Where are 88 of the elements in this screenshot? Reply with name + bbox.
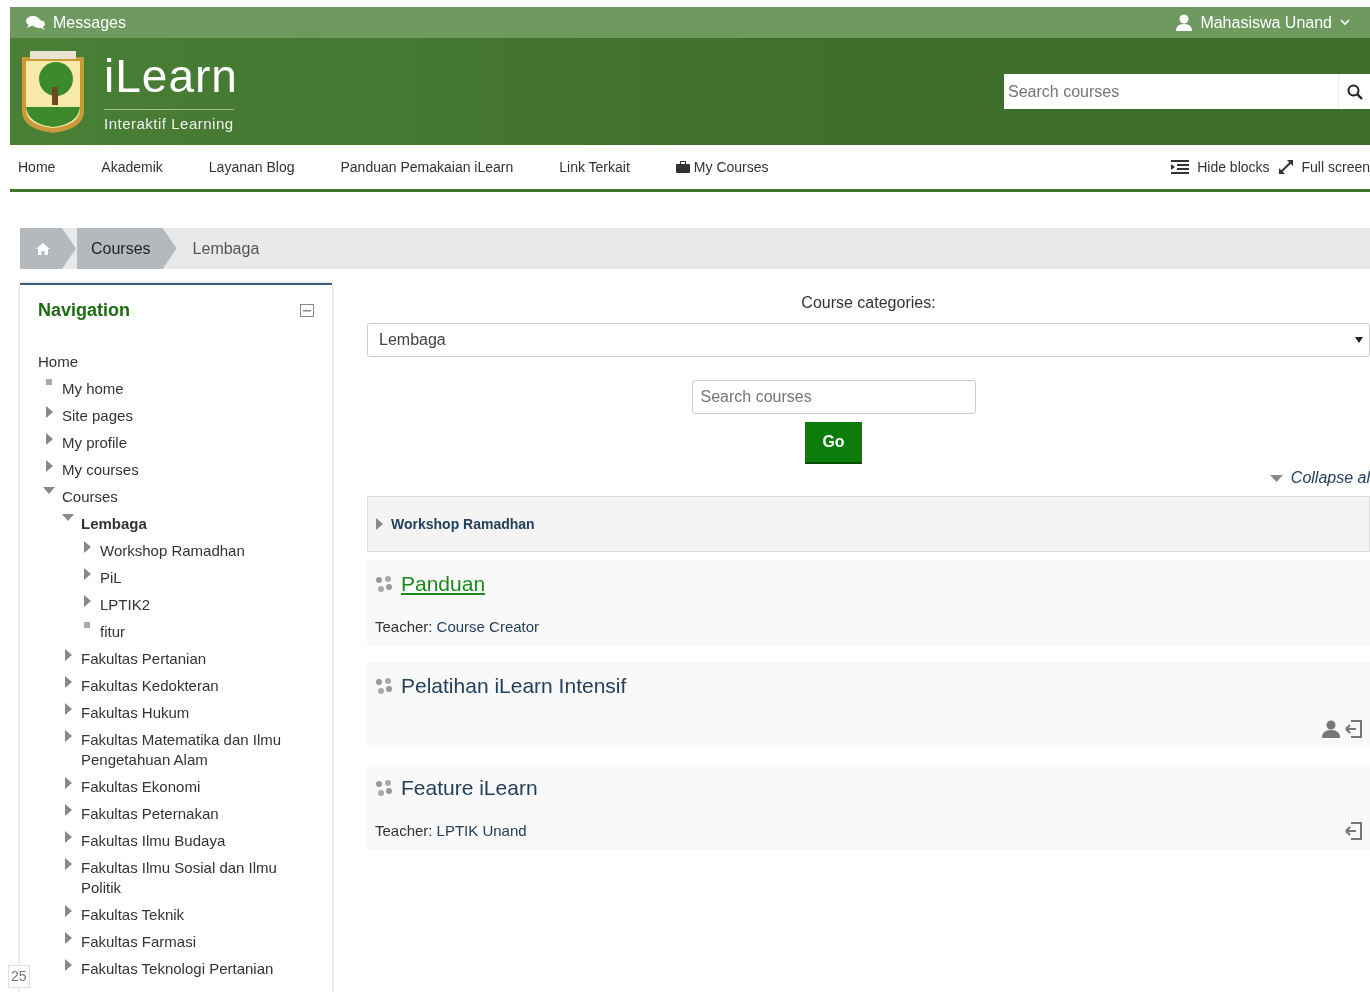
teacher-link[interactable]: LPTIK Unand bbox=[436, 819, 527, 842]
collapse-all-link[interactable]: Collapse al bbox=[1290, 466, 1370, 490]
teacher-link[interactable]: Course Creator bbox=[436, 615, 540, 638]
course-icon bbox=[375, 574, 393, 593]
search-icon bbox=[1346, 83, 1363, 100]
breadcrumb-link[interactable]: Courses bbox=[77, 228, 177, 269]
caret-right-icon[interactable] bbox=[45, 406, 53, 418]
tree-item[interactable]: Fakultas Ekonomi bbox=[81, 773, 201, 800]
caret-right-icon[interactable] bbox=[64, 649, 72, 661]
tree-item[interactable]: Home bbox=[38, 348, 314, 375]
tree-item[interactable]: Fakultas Matematika dan Ilmu Pengetahuan Alam bbox=[81, 726, 314, 773]
breadcrumb-item: Lembaga bbox=[191, 238, 260, 259]
caret-right-icon[interactable] bbox=[83, 541, 91, 553]
tree-item[interactable]: My profile bbox=[62, 429, 128, 456]
tree-item[interactable]: Lembaga bbox=[81, 510, 147, 537]
tree-item[interactable]: Fakultas Pertanian bbox=[81, 645, 207, 672]
tree-item[interactable]: Fakultas Teknik bbox=[81, 901, 185, 928]
tree-item[interactable]: Fakultas Ilmu Budaya bbox=[81, 827, 226, 854]
caret-right-icon[interactable] bbox=[64, 777, 72, 789]
tree-item[interactable]: My home bbox=[62, 375, 124, 402]
menu-link[interactable]: Panduan Pemakaian iLearn bbox=[340, 156, 514, 178]
menu-link[interactable]: Link Terkait bbox=[559, 156, 630, 178]
caret-right-icon[interactable] bbox=[64, 858, 72, 870]
tree-item[interactable]: My courses bbox=[62, 456, 139, 483]
course-link[interactable]: Panduan bbox=[401, 568, 486, 600]
bullet-icon bbox=[46, 379, 52, 385]
page-number: 25 bbox=[8, 965, 30, 988]
menu-link[interactable]: Home bbox=[18, 156, 56, 178]
menu-link[interactable]: Full screen bbox=[1277, 156, 1370, 178]
tree-item[interactable]: Fakultas Ilmu Sosial dan Ilmu Politik bbox=[81, 854, 314, 901]
chat-icon bbox=[26, 15, 45, 30]
dropdown-icon bbox=[1355, 337, 1363, 343]
tree-item[interactable]: Fakultas Farmasi bbox=[81, 928, 197, 955]
caret-right-icon[interactable] bbox=[45, 460, 53, 472]
chevron-down-icon[interactable] bbox=[1340, 19, 1350, 26]
teacher-label: Teacher: bbox=[375, 820, 433, 841]
indent-icon bbox=[1171, 160, 1190, 174]
tree-item[interactable]: LPTIK2 bbox=[100, 591, 151, 618]
course-icon bbox=[375, 676, 393, 695]
course-link[interactable]: Feature iLearn bbox=[401, 772, 538, 804]
expand-icon bbox=[1277, 159, 1294, 175]
course-icon bbox=[375, 778, 393, 797]
caret-right-icon[interactable] bbox=[83, 568, 91, 580]
caret-right-icon[interactable] bbox=[64, 932, 72, 944]
tree-item[interactable]: Fakultas Teknologi Pertanian bbox=[81, 955, 274, 982]
search-button[interactable] bbox=[1338, 74, 1370, 109]
briefcase-icon bbox=[675, 161, 690, 173]
caret-right-icon[interactable] bbox=[83, 595, 91, 607]
tree-item[interactable]: fitur bbox=[100, 618, 125, 645]
caret-right-icon[interactable] bbox=[64, 676, 72, 688]
search-field[interactable]: Search courses bbox=[691, 380, 976, 414]
tree-item[interactable]: Workshop Ramadhan bbox=[100, 537, 245, 564]
caret-right-icon[interactable] bbox=[64, 730, 72, 742]
caret-right-icon[interactable] bbox=[64, 804, 72, 816]
course-link[interactable]: Pelatihan iLearn Intensif bbox=[401, 670, 627, 702]
caret-right-icon[interactable] bbox=[64, 703, 72, 715]
tree-item[interactable]: Fakultas Peternakan bbox=[81, 800, 219, 827]
caret-down-icon[interactable] bbox=[62, 514, 74, 521]
search-field[interactable]: Search courses bbox=[1004, 74, 1338, 109]
logo-subtitle: Interaktif Learning bbox=[104, 109, 234, 136]
caret-right-icon[interactable] bbox=[64, 831, 72, 843]
caret-right-icon[interactable] bbox=[64, 959, 72, 971]
go-button[interactable]: Go bbox=[805, 422, 862, 464]
caret-right-icon[interactable] bbox=[45, 433, 53, 445]
home-icon bbox=[36, 242, 50, 255]
caret-down-icon[interactable] bbox=[43, 487, 55, 494]
user-icon bbox=[1176, 14, 1193, 31]
menu-link[interactable]: Hide blocks bbox=[1171, 156, 1270, 178]
caret-right-icon bbox=[376, 518, 383, 530]
tree-item[interactable]: Fakultas Kedokteran bbox=[81, 672, 219, 699]
collapse-block-icon[interactable] bbox=[300, 304, 314, 317]
category-header[interactable]: Workshop Ramadhan bbox=[367, 496, 1370, 552]
category-select[interactable]: Lembaga bbox=[367, 323, 1370, 357]
block-title: Navigation bbox=[38, 299, 130, 322]
caret-right-icon[interactable] bbox=[64, 905, 72, 917]
home-crumb[interactable] bbox=[20, 228, 76, 269]
menu-link[interactable]: My Courses bbox=[675, 156, 769, 178]
tree-item[interactable]: Fakultas Hukum bbox=[81, 699, 190, 726]
tree-item[interactable]: Site pages bbox=[62, 402, 133, 429]
teacher-label: Teacher: bbox=[375, 616, 433, 637]
tree-item[interactable]: Courses bbox=[62, 483, 118, 510]
tree-item[interactable]: PiL bbox=[100, 564, 122, 591]
menu-link[interactable]: Layanan Blog bbox=[208, 156, 295, 178]
menu-link[interactable]: Akademik bbox=[101, 156, 163, 178]
bullet-icon bbox=[84, 622, 90, 628]
logo-title: iLearn bbox=[104, 48, 239, 104]
caret-down-icon bbox=[1269, 474, 1283, 482]
field-label: Course categories: bbox=[800, 293, 937, 313]
